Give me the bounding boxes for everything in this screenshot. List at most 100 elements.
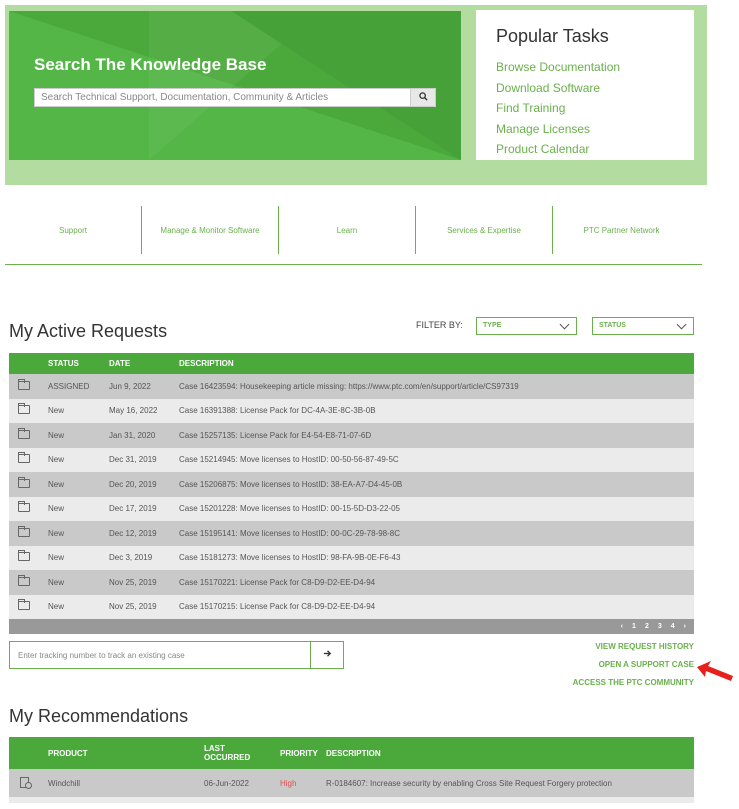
table-row[interactable]: New Dec 20, 2019 Case 15206875: Move licen… [9,472,694,497]
row-description: Case 15201228: Move licenses to HostID: … [179,504,401,514]
row-status: New [48,528,65,538]
type-filter-value: TYPE [483,322,502,329]
row-description: Case 15214945: Move licenses to HostID: … [179,455,399,465]
table-row[interactable]: New Dec 3, 2019 Case 15181273: Move licens… [9,545,694,570]
row-description: Case 15181273: Move licenses to HostID: … [179,553,401,563]
task-manage-licenses[interactable]: Manage Licenses [496,119,674,140]
track-case-input[interactable] [10,642,310,668]
column-last-occurred: LAST OCCURRED [204,744,280,762]
search-input[interactable] [35,89,410,106]
nav-ptc-partner-network[interactable]: PTC Partner Network [553,206,690,254]
folder-icon [18,476,30,488]
pagination: ‹ 1 2 3 4 › [9,619,694,634]
row-status: New [48,577,65,587]
column-last-occurred-line1: LAST [204,744,225,753]
table-row[interactable]: New Nov 25, 2019 Case 15170221: License Pa… [9,570,694,595]
table-row [9,797,694,803]
row-date: Dec 31, 2019 [109,455,157,465]
open-support-case-link[interactable]: OPEN A SUPPORT CASE [599,660,694,669]
column-date: DATE [109,359,131,368]
folder-icon [18,427,30,439]
active-requests-title: My Active Requests [9,321,168,341]
row-status: New [48,430,65,440]
row-status: ASSIGNED [48,381,90,391]
table-row[interactable]: Windchill 06-Jun-2022 High R-0184607: In… [9,769,694,797]
column-last-occurred-line2: OCCURRED [204,753,251,762]
pagination-page-1[interactable]: 1 [632,623,636,630]
folder-icon [18,501,30,513]
row-description: Case 15170215: License Pack for C8-D9-D2… [179,602,376,612]
task-product-calendar[interactable]: Product Calendar [496,139,674,160]
table-row[interactable]: New Nov 25, 2019 Case 15170215: License Pa… [9,594,694,619]
task-download-software[interactable]: Download Software [496,78,674,99]
row-last-occurred: 06-Jun-2022 [204,778,249,788]
row-date: Dec 20, 2019 [109,479,157,489]
row-status: New [48,504,65,514]
row-product: Windchill [48,778,81,788]
folder-icon [18,403,30,415]
row-date: Nov 25, 2019 [109,602,157,612]
column-product: PRODUCT [48,748,88,758]
type-filter-select[interactable]: TYPE [476,317,577,335]
nav-learn[interactable]: Learn [279,206,416,254]
row-description: Case 15195141: Move licenses to HostID: … [179,528,401,538]
table-row[interactable]: New Jan 31, 2020 Case 15257135: License Pa… [9,423,694,448]
status-filter-select[interactable]: STATUS [592,317,694,335]
nav-manage-monitor-software[interactable]: Manage & Monitor Software [142,206,279,254]
search-panel: Search The Knowledge Base [9,11,461,160]
track-case-button[interactable] [310,642,343,668]
document-search-icon [20,776,32,789]
nav-services-expertise[interactable]: Services & Expertise [416,206,553,254]
folder-icon [18,599,30,611]
row-status: New [48,406,65,416]
recommendations-title: My Recommendations [9,706,189,726]
search-icon [418,91,428,104]
row-priority: High [280,778,297,788]
search-button[interactable] [410,89,435,106]
status-filter-value: STATUS [599,322,626,329]
pagination-prev[interactable]: ‹ [621,623,623,630]
pagination-page-3[interactable]: 3 [658,623,662,630]
column-description: DESCRIPTION [326,748,381,758]
table-row[interactable]: ASSIGNED Jun 9, 2022 Case 16423594: Housek… [9,374,694,399]
row-status: New [48,602,65,612]
column-priority: PRIORITY [280,748,318,758]
row-description: Case 16391388: License Pack for DC-4A-3E… [179,406,376,416]
folder-icon [18,525,30,537]
nav-support[interactable]: Support [5,206,142,254]
recommendations-header: PRODUCT LAST OCCURRED PRIORITY DESCRIPTI… [9,737,694,769]
chevron-down-icon [676,319,687,330]
table-row[interactable]: New Dec 17, 2019 Case 15201228: Move licen… [9,496,694,521]
table-row[interactable]: New May 16, 2022 Case 16391388: License Pa… [9,398,694,423]
row-date: May 16, 2022 [109,406,158,416]
table-row[interactable]: New Dec 31, 2019 Case 15214945: Move licen… [9,447,694,472]
pagination-page-2[interactable]: 2 [645,623,649,630]
row-description: Case 16423594: Housekeeping article miss… [179,381,519,391]
row-description: Case 15206875: Move licenses to HostID: … [179,479,403,489]
arrow-right-icon [323,649,332,661]
pagination-page-4[interactable]: 4 [671,623,675,630]
folder-icon [18,574,30,586]
row-status: New [48,553,65,563]
table-row[interactable]: New Dec 12, 2019 Case 15195141: Move licen… [9,521,694,546]
active-requests-table: STATUS DATE DESCRIPTION ASSIGNED Jun 9, 2… [9,353,694,634]
folder-icon [18,550,30,562]
filter-label: FILTER BY: [416,320,463,330]
recommendations-table: PRODUCT LAST OCCURRED PRIORITY DESCRIPTI… [9,737,694,803]
hero-banner: Search The Knowledge Base Popular Tasks … [5,5,707,185]
search-box [34,88,436,107]
row-status: New [48,455,65,465]
search-title: Search The Knowledge Base [34,55,267,74]
view-request-history-link[interactable]: VIEW REQUEST HISTORY [595,642,694,651]
pagination-next[interactable]: › [684,623,686,630]
access-ptc-community-link[interactable]: ACCESS THE PTC COMMUNITY [573,678,694,687]
row-date: Nov 25, 2019 [109,577,157,587]
task-find-training[interactable]: Find Training [496,98,674,119]
column-description: DESCRIPTION [179,359,234,368]
task-browse-documentation[interactable]: Browse Documentation [496,57,674,78]
popular-tasks-title: Popular Tasks [496,26,609,46]
row-status: New [48,479,65,489]
row-date: Jun 9, 2022 [109,381,151,391]
row-date: Dec 17, 2019 [109,504,157,514]
row-description: Case 15257135: License Pack for E4-54-E8… [179,430,372,440]
